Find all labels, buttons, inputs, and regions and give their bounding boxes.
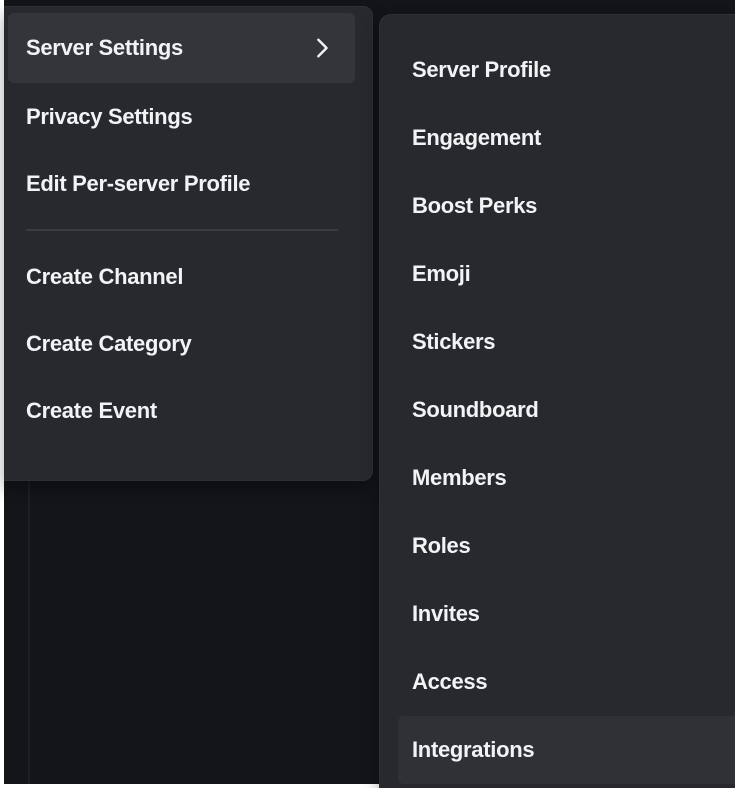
submenu-item-label: Engagement (412, 125, 542, 150)
submenu-item-boost-perks[interactable]: Boost Perks (398, 172, 735, 240)
chevron-right-icon (317, 38, 328, 58)
submenu-item-server-profile[interactable]: Server Profile (398, 36, 735, 104)
submenu-item-label: Boost Perks (412, 193, 538, 218)
submenu-item-soundboard[interactable]: Soundboard (398, 376, 735, 444)
menu-item-label: Create Channel (26, 263, 184, 289)
submenu-item-label: Emoji (412, 261, 471, 286)
menu-item-label: Create Event (26, 397, 157, 423)
menu-item-create-category[interactable]: Create Category (8, 310, 355, 377)
submenu-item-integrations[interactable]: Integrations (398, 716, 735, 784)
submenu-item-emoji[interactable]: Emoji (398, 240, 735, 308)
menu-item-label: Privacy Settings (26, 103, 193, 129)
submenu-item-label: Server Profile (412, 57, 551, 82)
menu-item-server-settings[interactable]: Server Settings (8, 13, 355, 83)
server-context-menu: Server Settings Privacy Settings Edit Pe… (4, 6, 373, 481)
channel-list-edge (28, 470, 30, 784)
menu-item-create-event[interactable]: Create Event (8, 377, 355, 444)
menu-item-edit-per-server-profile[interactable]: Edit Per-server Profile (8, 150, 355, 217)
submenu-item-access[interactable]: Access (398, 648, 735, 716)
menu-item-privacy-settings[interactable]: Privacy Settings (8, 83, 355, 150)
menu-separator (26, 229, 338, 231)
submenu-item-invites[interactable]: Invites (398, 580, 735, 648)
submenu-item-label: Invites (412, 601, 480, 626)
submenu-item-label: Integrations (412, 737, 535, 762)
server-settings-submenu: Server Profile Engagement Boost Perks Em… (379, 14, 735, 788)
submenu-item-label: Access (412, 669, 488, 694)
menu-item-create-channel[interactable]: Create Channel (8, 243, 355, 310)
submenu-item-label: Soundboard (412, 397, 539, 422)
screen: Server Settings Privacy Settings Edit Pe… (0, 0, 735, 788)
menu-item-label: Edit Per-server Profile (26, 170, 251, 196)
submenu-item-label: Members (412, 465, 507, 490)
menu-item-label: Create Category (26, 330, 192, 356)
submenu-item-label: Stickers (412, 329, 496, 354)
submenu-item-roles[interactable]: Roles (398, 512, 735, 580)
submenu-item-members[interactable]: Members (398, 444, 735, 512)
submenu-item-stickers[interactable]: Stickers (398, 308, 735, 376)
submenu-item-engagement[interactable]: Engagement (398, 104, 735, 172)
menu-item-label: Server Settings (26, 35, 183, 60)
submenu-item-label: Roles (412, 533, 471, 558)
